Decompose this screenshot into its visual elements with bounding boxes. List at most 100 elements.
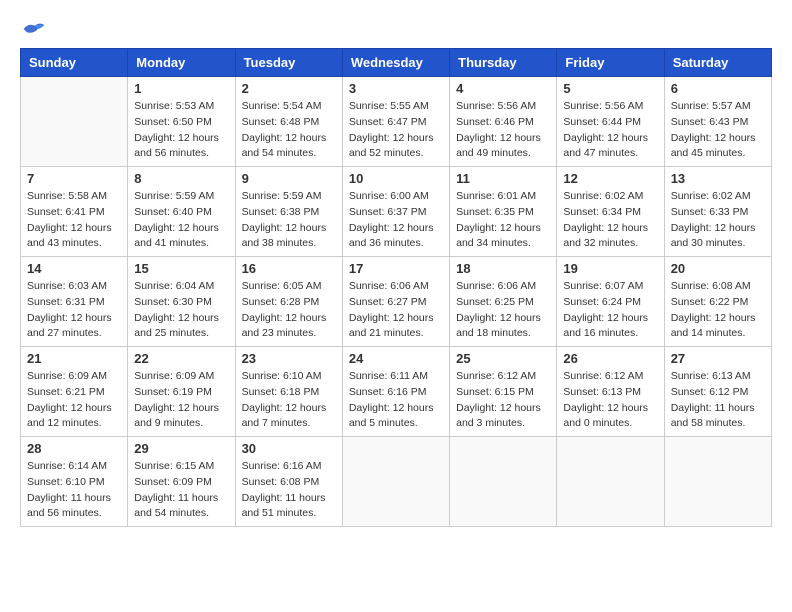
day-info: Sunrise: 5:58 AM Sunset: 6:41 PM Dayligh… [27, 189, 121, 252]
calendar-cell: 9 Sunrise: 5:59 AM Sunset: 6:38 PM Daylig… [235, 167, 342, 257]
calendar-header-row: SundayMondayTuesdayWednesdayThursdayFrid… [21, 49, 772, 77]
day-info: Sunrise: 6:14 AM Sunset: 6:10 PM Dayligh… [27, 459, 121, 522]
calendar-cell: 15 Sunrise: 6:04 AM Sunset: 6:30 PM Dayli… [128, 257, 235, 347]
day-number: 7 [27, 171, 121, 186]
calendar-cell: 3 Sunrise: 5:55 AM Sunset: 6:47 PM Daylig… [342, 77, 449, 167]
calendar-cell [557, 437, 664, 527]
day-number: 2 [242, 81, 336, 96]
day-info: Sunrise: 5:53 AM Sunset: 6:50 PM Dayligh… [134, 99, 228, 162]
day-number: 17 [349, 261, 443, 276]
day-info: Sunrise: 6:00 AM Sunset: 6:37 PM Dayligh… [349, 189, 443, 252]
day-info: Sunrise: 6:07 AM Sunset: 6:24 PM Dayligh… [563, 279, 657, 342]
calendar-cell: 16Sunrise: 6:05 AM Sunset: 6:28 PM Dayli… [235, 257, 342, 347]
day-info: Sunrise: 6:04 AM Sunset: 6:30 PM Dayligh… [134, 279, 228, 342]
calendar-cell: 4 Sunrise: 5:56 AM Sunset: 6:46 PM Daylig… [450, 77, 557, 167]
day-number: 30 [242, 441, 336, 456]
calendar-cell: 23 Sunrise: 6:10 AM Sunset: 6:18 PM Dayli… [235, 347, 342, 437]
calendar-cell: 30 Sunrise: 6:16 AM Sunset: 6:08 PM Dayli… [235, 437, 342, 527]
calendar-cell: 26 Sunrise: 6:12 AM Sunset: 6:13 PM Dayli… [557, 347, 664, 437]
header-monday: Monday [128, 49, 235, 77]
calendar-cell: 11 Sunrise: 6:01 AM Sunset: 6:35 PM Dayli… [450, 167, 557, 257]
day-info: Sunrise: 5:56 AM Sunset: 6:44 PM Dayligh… [563, 99, 657, 162]
calendar-cell: 12 Sunrise: 6:02 AM Sunset: 6:34 PM Dayli… [557, 167, 664, 257]
day-info: Sunrise: 6:15 AM Sunset: 6:09 PM Dayligh… [134, 459, 228, 522]
day-info: Sunrise: 5:57 AM Sunset: 6:43 PM Dayligh… [671, 99, 765, 162]
calendar-cell: 13 Sunrise: 6:02 AM Sunset: 6:33 PM Dayli… [664, 167, 771, 257]
day-info: Sunrise: 6:02 AM Sunset: 6:33 PM Dayligh… [671, 189, 765, 252]
day-number: 21 [27, 351, 121, 366]
day-info: Sunrise: 6:16 AM Sunset: 6:08 PM Dayligh… [242, 459, 336, 522]
calendar-cell: 7 Sunrise: 5:58 AM Sunset: 6:41 PM Daylig… [21, 167, 128, 257]
header-sunday: Sunday [21, 49, 128, 77]
day-info: Sunrise: 5:59 AM Sunset: 6:38 PM Dayligh… [242, 189, 336, 252]
day-number: 29 [134, 441, 228, 456]
calendar-cell: 20 Sunrise: 6:08 AM Sunset: 6:22 PM Dayli… [664, 257, 771, 347]
day-info: Sunrise: 6:08 AM Sunset: 6:22 PM Dayligh… [671, 279, 765, 342]
day-number: 9 [242, 171, 336, 186]
day-number: 13 [671, 171, 765, 186]
day-number: 23 [242, 351, 336, 366]
calendar-cell: 6 Sunrise: 5:57 AM Sunset: 6:43 PM Daylig… [664, 77, 771, 167]
calendar-week-5: 28Sunrise: 6:14 AM Sunset: 6:10 PM Dayli… [21, 437, 772, 527]
day-info: Sunrise: 6:02 AM Sunset: 6:34 PM Dayligh… [563, 189, 657, 252]
day-info: Sunrise: 5:56 AM Sunset: 6:46 PM Dayligh… [456, 99, 550, 162]
calendar-cell [21, 77, 128, 167]
calendar-cell [450, 437, 557, 527]
calendar-cell: 1Sunrise: 5:53 AM Sunset: 6:50 PM Daylig… [128, 77, 235, 167]
day-info: Sunrise: 6:01 AM Sunset: 6:35 PM Dayligh… [456, 189, 550, 252]
calendar-cell: 27Sunrise: 6:13 AM Sunset: 6:12 PM Dayli… [664, 347, 771, 437]
calendar-cell: 28Sunrise: 6:14 AM Sunset: 6:10 PM Dayli… [21, 437, 128, 527]
day-info: Sunrise: 6:03 AM Sunset: 6:31 PM Dayligh… [27, 279, 121, 342]
day-number: 4 [456, 81, 550, 96]
calendar-cell [342, 437, 449, 527]
day-info: Sunrise: 5:59 AM Sunset: 6:40 PM Dayligh… [134, 189, 228, 252]
calendar-cell: 21 Sunrise: 6:09 AM Sunset: 6:21 PM Dayli… [21, 347, 128, 437]
calendar-cell: 24 Sunrise: 6:11 AM Sunset: 6:16 PM Dayli… [342, 347, 449, 437]
header-saturday: Saturday [664, 49, 771, 77]
calendar-cell: 18Sunrise: 6:06 AM Sunset: 6:25 PM Dayli… [450, 257, 557, 347]
calendar-cell: 14 Sunrise: 6:03 AM Sunset: 6:31 PM Dayli… [21, 257, 128, 347]
day-number: 20 [671, 261, 765, 276]
calendar-cell: 5 Sunrise: 5:56 AM Sunset: 6:44 PM Daylig… [557, 77, 664, 167]
day-number: 26 [563, 351, 657, 366]
logo-bird-icon [22, 20, 46, 38]
calendar-cell: 2 Sunrise: 5:54 AM Sunset: 6:48 PM Daylig… [235, 77, 342, 167]
calendar-cell: 22Sunrise: 6:09 AM Sunset: 6:19 PM Dayli… [128, 347, 235, 437]
day-number: 3 [349, 81, 443, 96]
day-number: 22 [134, 351, 228, 366]
day-number: 18 [456, 261, 550, 276]
day-number: 15 [134, 261, 228, 276]
calendar-cell: 17 Sunrise: 6:06 AM Sunset: 6:27 PM Dayli… [342, 257, 449, 347]
calendar-week-1: 1Sunrise: 5:53 AM Sunset: 6:50 PM Daylig… [21, 77, 772, 167]
calendar-week-3: 14 Sunrise: 6:03 AM Sunset: 6:31 PM Dayli… [21, 257, 772, 347]
day-number: 6 [671, 81, 765, 96]
calendar-week-2: 7 Sunrise: 5:58 AM Sunset: 6:41 PM Daylig… [21, 167, 772, 257]
day-info: Sunrise: 6:09 AM Sunset: 6:21 PM Dayligh… [27, 369, 121, 432]
day-number: 24 [349, 351, 443, 366]
day-info: Sunrise: 6:12 AM Sunset: 6:13 PM Dayligh… [563, 369, 657, 432]
calendar-cell: 19 Sunrise: 6:07 AM Sunset: 6:24 PM Dayli… [557, 257, 664, 347]
day-number: 11 [456, 171, 550, 186]
day-number: 14 [27, 261, 121, 276]
calendar-cell [664, 437, 771, 527]
calendar-table: SundayMondayTuesdayWednesdayThursdayFrid… [20, 48, 772, 527]
day-number: 8 [134, 171, 228, 186]
day-number: 25 [456, 351, 550, 366]
day-info: Sunrise: 6:06 AM Sunset: 6:27 PM Dayligh… [349, 279, 443, 342]
day-number: 19 [563, 261, 657, 276]
day-info: Sunrise: 6:13 AM Sunset: 6:12 PM Dayligh… [671, 369, 765, 432]
calendar-cell: 25 Sunrise: 6:12 AM Sunset: 6:15 PM Dayli… [450, 347, 557, 437]
day-info: Sunrise: 6:10 AM Sunset: 6:18 PM Dayligh… [242, 369, 336, 432]
day-info: Sunrise: 6:05 AM Sunset: 6:28 PM Dayligh… [242, 279, 336, 342]
day-number: 5 [563, 81, 657, 96]
day-info: Sunrise: 6:11 AM Sunset: 6:16 PM Dayligh… [349, 369, 443, 432]
day-info: Sunrise: 6:12 AM Sunset: 6:15 PM Dayligh… [456, 369, 550, 432]
calendar-cell: 8 Sunrise: 5:59 AM Sunset: 6:40 PM Daylig… [128, 167, 235, 257]
calendar-cell: 29 Sunrise: 6:15 AM Sunset: 6:09 PM Dayli… [128, 437, 235, 527]
header-friday: Friday [557, 49, 664, 77]
logo [20, 20, 46, 38]
day-number: 12 [563, 171, 657, 186]
day-info: Sunrise: 5:54 AM Sunset: 6:48 PM Dayligh… [242, 99, 336, 162]
calendar-body: 1Sunrise: 5:53 AM Sunset: 6:50 PM Daylig… [21, 77, 772, 527]
day-info: Sunrise: 5:55 AM Sunset: 6:47 PM Dayligh… [349, 99, 443, 162]
